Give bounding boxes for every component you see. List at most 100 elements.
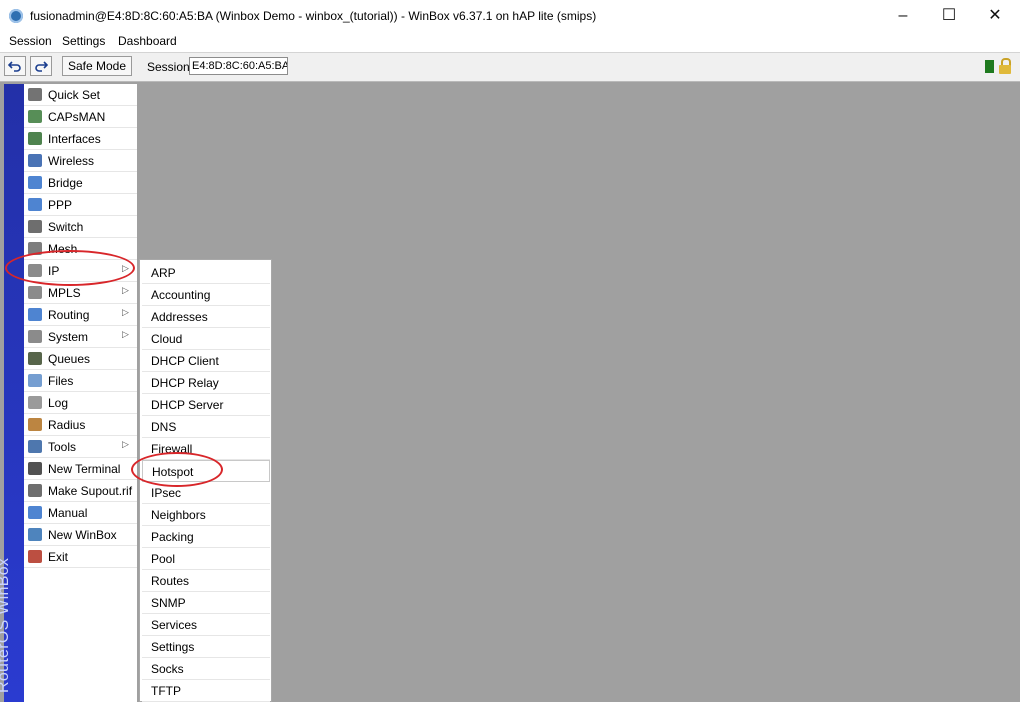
title-bar: fusionadmin@E4:8D:8C:60:A5:BA (Winbox De…	[0, 0, 1020, 32]
maximize-button[interactable]: ☐	[926, 0, 972, 32]
ip-submenu-item-label: Routes	[151, 574, 190, 588]
ip-submenu-item-label: Cloud	[151, 332, 183, 346]
menu-item-quick-set[interactable]: Quick Set	[24, 84, 137, 106]
menu-item-label: Manual	[48, 506, 88, 520]
quick-set-icon	[28, 88, 42, 101]
menu-item-switch[interactable]: Switch	[24, 216, 137, 238]
minimize-button[interactable]: –	[880, 0, 926, 32]
menu-item-ppp[interactable]: PPP	[24, 194, 137, 216]
ip-submenu-item-services[interactable]: Services	[142, 614, 270, 636]
menu-item-label: Files	[48, 374, 74, 388]
menu-item-make-supout-rif[interactable]: Make Supout.rif	[24, 480, 137, 502]
toolbar: Safe Mode Session: E4:8D:8C:60:A5:BA	[0, 53, 1020, 82]
ip-submenu-item-label: DHCP Server	[151, 398, 224, 412]
ip-submenu-item-label: Services	[151, 618, 198, 632]
ip-submenu-item-addresses[interactable]: Addresses	[142, 306, 270, 328]
redo-icon	[35, 61, 49, 72]
menu-item-queues[interactable]: Queues	[24, 348, 137, 370]
ip-highlight-ellipse	[5, 250, 135, 286]
ip-submenu-item-label: ARP	[151, 266, 176, 280]
ip-submenu-item-packing[interactable]: Packing	[142, 526, 270, 548]
ip-submenu-item-label: Addresses	[151, 310, 208, 324]
session-label: Session:	[147, 60, 194, 74]
switch-icon	[28, 220, 42, 233]
ppp-icon	[28, 198, 42, 211]
routeros-brand-strip: RouterOS WinBox	[0, 84, 24, 702]
exit-door-icon	[28, 550, 42, 563]
ip-submenu-item-arp[interactable]: ARP	[142, 262, 270, 284]
undo-button[interactable]	[4, 56, 26, 76]
submenu-arrow-icon: ▷	[122, 329, 129, 339]
ip-submenu-item-socks[interactable]: Socks	[142, 658, 270, 680]
ip-submenu-item-routes[interactable]: Routes	[142, 570, 270, 592]
ip-submenu-item-snmp[interactable]: SNMP	[142, 592, 270, 614]
menu-bar: Session Settings Dashboard	[0, 32, 1020, 53]
ip-submenu-item-label: Neighbors	[151, 508, 206, 522]
session-field[interactable]: E4:8D:8C:60:A5:BA	[189, 57, 288, 75]
ip-submenu-item-settings[interactable]: Settings	[142, 636, 270, 658]
menu-item-label: Tools	[48, 440, 77, 454]
ip-submenu-item-dhcp-relay[interactable]: DHCP Relay	[142, 372, 270, 394]
ip-submenu-item-cloud[interactable]: Cloud	[142, 328, 270, 350]
manual-help-icon	[28, 506, 42, 519]
menu-item-label: CAPsMAN	[48, 110, 106, 124]
lock-icon	[999, 58, 1011, 74]
menu-item-label: Wireless	[48, 154, 95, 168]
menu-item-label: Make Supout.rif	[48, 484, 133, 498]
menu-item-files[interactable]: Files	[24, 370, 137, 392]
ip-submenu-item-label: Settings	[151, 640, 195, 654]
menu-item-capsman[interactable]: CAPsMAN	[24, 106, 137, 128]
menu-dashboard[interactable]: Dashboard	[118, 34, 177, 48]
menu-item-tools[interactable]: Tools ▷	[24, 436, 137, 458]
menu-item-label: PPP	[48, 198, 73, 212]
menu-item-log[interactable]: Log	[24, 392, 137, 414]
new-winbox-icon	[28, 528, 42, 541]
ip-submenu-item-neighbors[interactable]: Neighbors	[142, 504, 270, 526]
menu-item-label: New Terminal	[48, 462, 121, 476]
menu-item-routing[interactable]: Routing ▷	[24, 304, 137, 326]
ip-submenu-item-pool[interactable]: Pool	[142, 548, 270, 570]
menu-item-label: System	[48, 330, 89, 344]
redo-button[interactable]	[30, 56, 52, 76]
menu-session[interactable]: Session	[9, 34, 52, 48]
log-icon	[28, 396, 42, 409]
terminal-icon	[28, 462, 42, 475]
menu-item-interfaces[interactable]: Interfaces	[24, 128, 137, 150]
menu-settings[interactable]: Settings	[62, 34, 105, 48]
menu-item-label: Quick Set	[48, 88, 101, 102]
connection-status-indicator	[985, 60, 994, 73]
mpls-icon	[28, 286, 42, 299]
menu-item-label: Switch	[48, 220, 84, 234]
ip-submenu-item-dns[interactable]: DNS	[142, 416, 270, 438]
menu-item-label: Queues	[48, 352, 91, 366]
routing-icon	[28, 308, 42, 321]
ip-submenu-item-dhcp-client[interactable]: DHCP Client	[142, 350, 270, 372]
ip-submenu-item-tftp[interactable]: TFTP	[142, 680, 270, 702]
hotspot-highlight-ellipse	[131, 452, 223, 487]
supout-icon	[28, 484, 42, 497]
menu-item-label: MPLS	[48, 286, 81, 300]
menu-item-exit[interactable]: Exit	[24, 546, 137, 568]
ip-submenu-item-label: Accounting	[151, 288, 211, 302]
ip-submenu-item-label: DNS	[151, 420, 177, 434]
menu-item-new-winbox[interactable]: New WinBox	[24, 524, 137, 546]
menu-item-label: Radius	[48, 418, 86, 432]
menu-item-bridge[interactable]: Bridge	[24, 172, 137, 194]
menu-item-label: Log	[48, 396, 69, 410]
brand-text: RouterOS WinBox	[0, 557, 12, 693]
menu-item-radius[interactable]: Radius	[24, 414, 137, 436]
ip-submenu-item-label: TFTP	[151, 684, 181, 698]
tools-icon	[28, 440, 42, 453]
wireless-icon	[28, 154, 42, 167]
menu-item-system[interactable]: System ▷	[24, 326, 137, 348]
ip-submenu-item-dhcp-server[interactable]: DHCP Server	[142, 394, 270, 416]
close-button[interactable]: ✕	[972, 0, 1018, 32]
ip-submenu-item-accounting[interactable]: Accounting	[142, 284, 270, 306]
menu-item-wireless[interactable]: Wireless	[24, 150, 137, 172]
submenu-arrow-icon: ▷	[122, 307, 129, 317]
safe-mode-button[interactable]: Safe Mode	[62, 56, 132, 76]
system-gear-icon	[28, 330, 42, 343]
menu-item-manual[interactable]: Manual	[24, 502, 137, 524]
menu-item-label: Exit	[48, 550, 69, 564]
menu-item-new-terminal[interactable]: New Terminal	[24, 458, 137, 480]
